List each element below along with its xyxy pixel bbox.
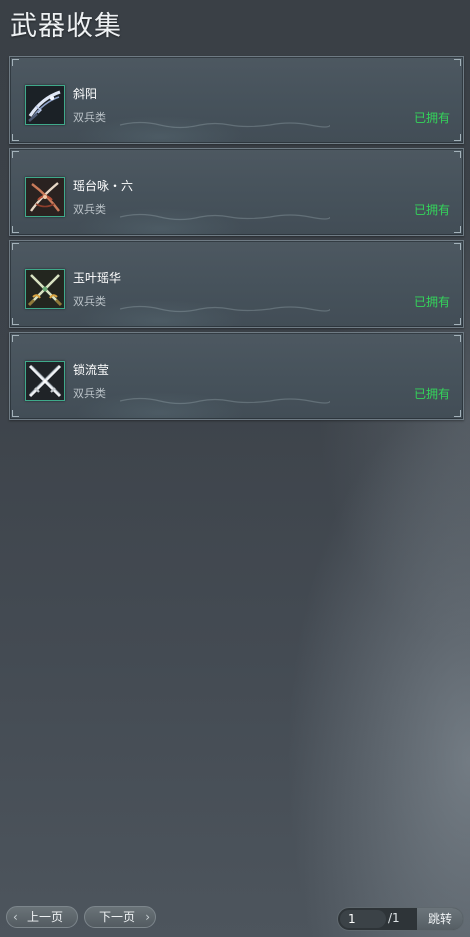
corner-ornament: [454, 134, 461, 141]
prev-page-button[interactable]: ‹ 上一页: [6, 906, 78, 928]
weapon-name: 玉叶瑶华: [73, 271, 122, 285]
owned-status-badge: 已拥有: [413, 387, 450, 401]
weapon-name: 斜阳: [73, 87, 98, 101]
corner-ornament: [12, 318, 19, 325]
crossed-steel-swords-icon: [25, 361, 65, 401]
corner-ornament: [454, 318, 461, 325]
page-number-input[interactable]: [340, 910, 386, 928]
corner-ornament: [454, 410, 461, 417]
corner-ornament: [12, 410, 19, 417]
corner-ornament: [12, 335, 19, 342]
corner-ornament: [12, 134, 19, 141]
cloud-pattern-decoration: [120, 305, 330, 313]
weapon-list: 斜阳 双兵类 已拥有 瑶台咏・六 双兵类 已拥有 玉叶瑶华 双兵类 已拥有 锁流…: [9, 56, 464, 424]
weapon-card[interactable]: 玉叶瑶华 双兵类 已拥有: [9, 240, 464, 328]
chevron-left-icon: ‹: [13, 910, 18, 924]
corner-ornament: [454, 226, 461, 233]
weapon-type: 双兵类: [73, 387, 106, 400]
weapon-type: 双兵类: [73, 203, 106, 216]
jump-button[interactable]: 跳转: [417, 908, 463, 930]
ornate-blades-icon: [25, 177, 65, 217]
weapon-type: 双兵类: [73, 111, 106, 124]
next-page-button[interactable]: 下一页 ›: [84, 906, 156, 928]
page-total-label: /1: [388, 911, 400, 925]
page-jump-group: /1 跳转: [337, 907, 464, 931]
weapon-type: 双兵类: [73, 295, 106, 308]
cloud-pattern-decoration: [120, 213, 330, 221]
corner-ornament: [454, 59, 461, 66]
corner-ornament: [12, 151, 19, 158]
weapon-card[interactable]: 瑶台咏・六 双兵类 已拥有: [9, 148, 464, 236]
chevron-right-icon: ›: [145, 910, 150, 924]
corner-ornament: [454, 335, 461, 342]
corner-ornament: [454, 243, 461, 250]
corner-ornament: [12, 243, 19, 250]
corner-ornament: [12, 226, 19, 233]
corner-ornament: [12, 59, 19, 66]
owned-status-badge: 已拥有: [413, 295, 450, 309]
cloud-pattern-decoration: [120, 397, 330, 405]
crossed-jade-swords-icon: [25, 269, 65, 309]
prev-page-label: 上一页: [26, 910, 63, 924]
weapon-name: 瑶台咏・六: [73, 179, 134, 193]
cloud-pattern-decoration: [120, 121, 330, 129]
owned-status-badge: 已拥有: [413, 203, 450, 217]
corner-ornament: [454, 151, 461, 158]
weapon-name: 锁流莹: [73, 363, 110, 377]
page-title: 武器收集: [10, 11, 122, 42]
weapon-card[interactable]: 锁流莹 双兵类 已拥有: [9, 332, 464, 420]
curved-blade-icon: [25, 85, 65, 125]
owned-status-badge: 已拥有: [413, 111, 450, 125]
weapon-card[interactable]: 斜阳 双兵类 已拥有: [9, 56, 464, 144]
next-page-label: 下一页: [98, 910, 135, 924]
